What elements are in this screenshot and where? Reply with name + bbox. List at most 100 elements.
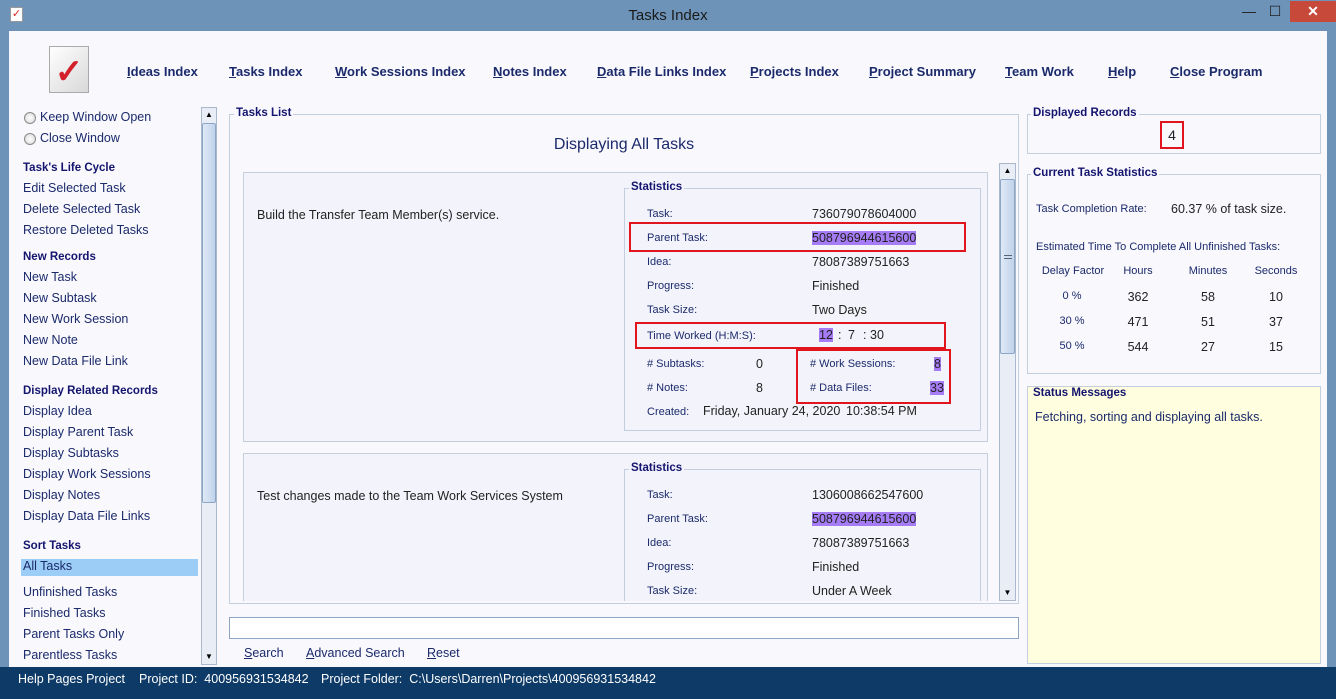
nav-projects-index[interactable]: Projects Index [750, 64, 839, 79]
nav-project-summary[interactable]: Project Summary [869, 64, 976, 79]
value-created-time: 10:38:54 PM [846, 404, 917, 418]
sidebar-item-parent-tasks-only[interactable]: Parent Tasks Only [23, 627, 124, 641]
current-task-statistics-label: Current Task Statistics [1031, 167, 1160, 179]
displayed-records-label: Displayed Records [1031, 107, 1139, 119]
label-task-size: Task Size: [647, 304, 698, 316]
nav-tasks-index[interactable]: Tasks Index [229, 64, 302, 79]
value-progress: Finished [812, 279, 860, 293]
nav-work-sessions-index[interactable]: Work Sessions Index [335, 64, 466, 79]
tasks-scroll-area: Build the Transfer Team Member(s) servic… [233, 163, 999, 601]
sidebar-item-edit-selected-task[interactable]: Edit Selected Task [23, 181, 126, 195]
estimate-value: 27 [1201, 340, 1215, 354]
label-subtasks: # Subtasks: [647, 358, 705, 370]
column-header-minutes: Minutes [1188, 265, 1228, 277]
radio-close-window[interactable] [24, 133, 36, 145]
maximize-button[interactable]: ☐ [1262, 1, 1288, 22]
label-progress: Progress: [647, 561, 695, 573]
tasks-list-label: Tasks List [234, 107, 294, 119]
scroll-up-arrow-icon[interactable]: ▲ [1000, 164, 1015, 178]
reset-button[interactable]: Reset [427, 646, 460, 660]
task-description: Build the Transfer Team Member(s) servic… [257, 208, 500, 222]
footer-project-id: Project ID: 400956931534842 [139, 672, 309, 686]
nav-data-file-links-index[interactable]: Data File Links Index [597, 64, 726, 79]
column-header-delay-factor: Delay Factor [1041, 265, 1105, 277]
nav-ideas-index[interactable]: Ideas Index [127, 64, 198, 79]
radio-keep-window-open[interactable] [24, 112, 36, 124]
estimate-value: 37 [1269, 315, 1283, 329]
displayed-records-count: 4 [1160, 121, 1184, 149]
sidebar-item-all-tasks[interactable]: All Tasks [21, 559, 198, 576]
label-idea: Idea: [647, 256, 672, 268]
label-task: Task: [647, 489, 673, 501]
label-task-size: Task Size: [647, 585, 698, 597]
nav-notes-index[interactable]: Notes Index [493, 64, 567, 79]
radio-label[interactable]: Keep Window Open [40, 110, 151, 124]
statistics-label: Statistics [629, 462, 685, 474]
sidebar-item-new-subtask[interactable]: New Subtask [23, 291, 97, 305]
tasks-scrollbar[interactable]: ▲ ▼ [999, 163, 1016, 601]
scroll-up-arrow-icon[interactable]: ▲ [202, 108, 216, 122]
delay-factor: 30 % [1059, 315, 1085, 327]
sidebar-item-display-data-file-links[interactable]: Display Data File Links [23, 509, 150, 523]
sidebar-item-finished-tasks[interactable]: Finished Tasks [23, 606, 105, 620]
label-task: Task: [647, 208, 673, 220]
sidebar-item-parentless-tasks[interactable]: Parentless Tasks [23, 648, 117, 662]
tasks-scroll-thumb[interactable] [1000, 179, 1015, 354]
value-parent-task[interactable]: 508796944615600 [812, 512, 917, 526]
label-parent-task: Parent Task: [647, 513, 708, 525]
sidebar-item-new-work-session[interactable]: New Work Session [23, 312, 128, 326]
estimate-value: 471 [1127, 315, 1149, 329]
minimize-button[interactable]: — [1236, 1, 1262, 22]
label-idea: Idea: [647, 537, 672, 549]
nav-team-work[interactable]: Team Work [1005, 64, 1074, 79]
scroll-down-arrow-icon[interactable]: ▼ [202, 650, 216, 664]
sidebar-item-display-parent-task[interactable]: Display Parent Task [23, 425, 133, 439]
footer-project-folder: Project Folder: C:\Users\Darren\Projects… [321, 672, 656, 686]
value-idea: 78087389751663 [812, 536, 910, 550]
task-card[interactable]: Build the Transfer Team Member(s) servic… [243, 172, 988, 442]
value-task-size: Two Days [812, 303, 867, 317]
label-work-sessions: # Work Sessions: [810, 358, 896, 370]
sidebar-item-new-data-file-link[interactable]: New Data File Link [23, 354, 128, 368]
nav-help[interactable]: Help [1108, 64, 1136, 79]
tasks-logo-icon: ✓ [49, 46, 89, 93]
time-minutes: 7 [848, 328, 855, 342]
status-bar: Help Pages Project Project ID: 400956931… [0, 667, 1336, 699]
close-window-button[interactable]: ✕ [1290, 1, 1336, 22]
sidebar-item-display-notes[interactable]: Display Notes [23, 488, 100, 502]
value-data-files: 33 [930, 381, 944, 395]
column-header-hours: Hours [1123, 265, 1153, 277]
sidebar-item-display-work-sessions[interactable]: Display Work Sessions [23, 467, 151, 481]
value-task: 736079078604000 [812, 207, 917, 221]
task-description: Test changes made to the Team Work Servi… [257, 489, 563, 503]
estimate-value: 362 [1127, 290, 1149, 304]
sidebar-heading: Sort Tasks [23, 540, 81, 552]
advanced-search-button[interactable]: Advanced Search [306, 646, 405, 660]
sidebar-scrollbar[interactable]: ▲ ▼ [201, 107, 217, 665]
label-progress: Progress: [647, 280, 695, 292]
sidebar-item-new-task[interactable]: New Task [23, 270, 77, 284]
nav-close-program[interactable]: Close Program [1170, 64, 1262, 79]
estimate-value: 58 [1201, 290, 1215, 304]
estimate-value: 544 [1127, 340, 1149, 354]
search-input[interactable] [229, 617, 1019, 639]
sidebar-item-new-note[interactable]: New Note [23, 333, 78, 347]
scroll-down-arrow-icon[interactable]: ▼ [1000, 586, 1015, 600]
label-notes: # Notes: [647, 382, 688, 394]
radio-label[interactable]: Close Window [40, 131, 120, 145]
sidebar-item-display-subtasks[interactable]: Display Subtasks [23, 446, 119, 460]
column-header-seconds: Seconds [1254, 265, 1298, 277]
time-hours: 12 [819, 328, 833, 342]
status-message: Fetching, sorting and displaying all tas… [1035, 410, 1263, 424]
value-created-date: Friday, January 24, 2020 [703, 404, 841, 418]
sidebar-item-delete-selected-task[interactable]: Delete Selected Task [23, 202, 140, 216]
sidebar-item-display-idea[interactable]: Display Idea [23, 404, 92, 418]
search-button[interactable]: Search [244, 646, 284, 660]
task-card[interactable]: Test changes made to the Team Work Servi… [243, 453, 988, 601]
statistics-label: Statistics [629, 181, 685, 193]
sidebar-heading: New Records [23, 251, 96, 263]
sidebar-item-restore-deleted-tasks[interactable]: Restore Deleted Tasks [23, 223, 149, 237]
sidebar-scroll-thumb[interactable] [202, 123, 216, 503]
estimate-value: 51 [1201, 315, 1215, 329]
sidebar-item-unfinished-tasks[interactable]: Unfinished Tasks [23, 585, 117, 599]
